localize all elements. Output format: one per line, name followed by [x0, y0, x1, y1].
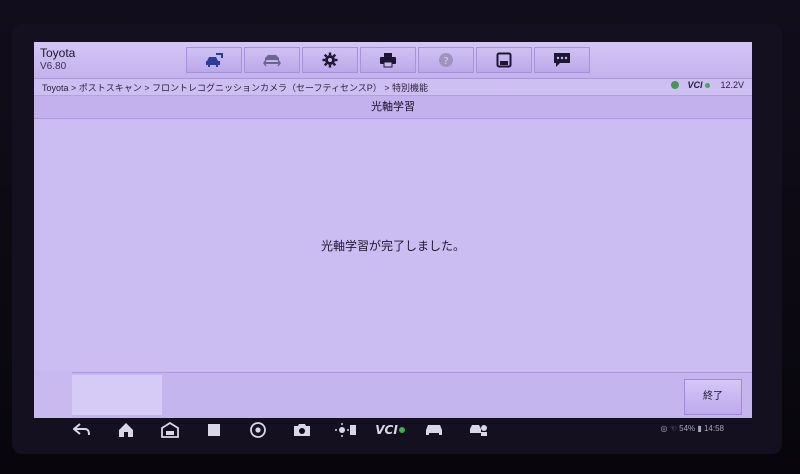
save-icon	[496, 52, 512, 68]
svg-text:?: ?	[443, 56, 448, 67]
camera-icon	[294, 424, 310, 436]
app-screen: Toyota V6.80 ? Toyota > ポストスキャン > フロントレコ…	[34, 42, 752, 418]
brand-block: Toyota V6.80	[40, 46, 75, 73]
content-area: 光軸学習が完了しました。	[34, 119, 752, 371]
settings-button[interactable]	[302, 47, 358, 73]
android-status: ◎ ☜ 54% ▮ 14:58	[660, 424, 724, 433]
vci-connected-icon	[705, 82, 711, 88]
gear-icon	[322, 52, 338, 68]
recent-apps-icon	[208, 424, 220, 436]
breadcrumb: Toyota > ポストスキャン > フロントレコグニッションカメラ（セーフティ…	[42, 83, 429, 93]
nav-brightness-button[interactable]	[324, 419, 368, 441]
end-button[interactable]: 終了	[684, 379, 742, 415]
vehicle-swap-button[interactable]	[244, 47, 300, 73]
nav-browser-button[interactable]	[236, 419, 280, 441]
nav-vehicle-button[interactable]	[412, 419, 456, 441]
app-version: V6.80	[40, 61, 67, 72]
garage-icon	[161, 422, 179, 438]
breadcrumb-bar: Toyota > ポストスキャン > フロントレコグニッションカメラ（セーフティ…	[34, 79, 752, 96]
printer-icon	[380, 53, 396, 68]
chrome-icon	[250, 422, 266, 438]
nav-home-button[interactable]	[104, 419, 148, 441]
bottom-blank-panel	[72, 375, 162, 415]
home-button[interactable]	[186, 47, 242, 73]
nav-recent-button[interactable]	[192, 419, 236, 441]
help-icon: ?	[439, 53, 453, 67]
connection-status: VCI 12.2V	[671, 80, 744, 90]
nav-vci-button[interactable]: VCI	[368, 419, 412, 441]
nav-support-button[interactable]	[456, 419, 500, 441]
brightness-icon	[335, 423, 356, 437]
top-bar: Toyota V6.80 ?	[34, 42, 752, 79]
nav-back-button[interactable]	[60, 419, 104, 441]
result-message: 光軸学習が完了しました。	[320, 239, 465, 253]
save-button[interactable]	[476, 47, 532, 73]
page-title: 光軸学習	[34, 96, 752, 119]
print-button[interactable]	[360, 47, 416, 73]
brand-name: Toyota	[40, 46, 76, 60]
vci-status-dot-icon	[398, 427, 405, 433]
remote-support-icon	[470, 425, 487, 436]
toolbar: ?	[186, 47, 592, 73]
vci-label: VCI	[375, 423, 398, 437]
vci-status-label: VCI	[687, 80, 703, 90]
android-nav-bar: VCI ◎ ☜ 54% ▮ 14:58	[60, 418, 740, 442]
vehicle-swap-icon	[263, 55, 281, 67]
bottom-button-bar: 終了	[72, 372, 752, 418]
message-icon	[554, 53, 570, 67]
help-button[interactable]: ?	[418, 47, 474, 73]
message-button[interactable]	[534, 47, 590, 73]
car-icon	[426, 425, 442, 435]
car-home-icon	[206, 53, 223, 67]
back-icon	[73, 423, 90, 436]
nav-garage-button[interactable]	[148, 419, 192, 441]
nav-camera-button[interactable]	[280, 419, 324, 441]
home-icon	[119, 423, 133, 437]
battery-voltage: 12.2V	[720, 80, 744, 90]
tablet-device: Toyota V6.80 ? Toyota > ポストスキャン > フロントレコ…	[0, 0, 800, 474]
network-status-icon	[671, 81, 680, 89]
